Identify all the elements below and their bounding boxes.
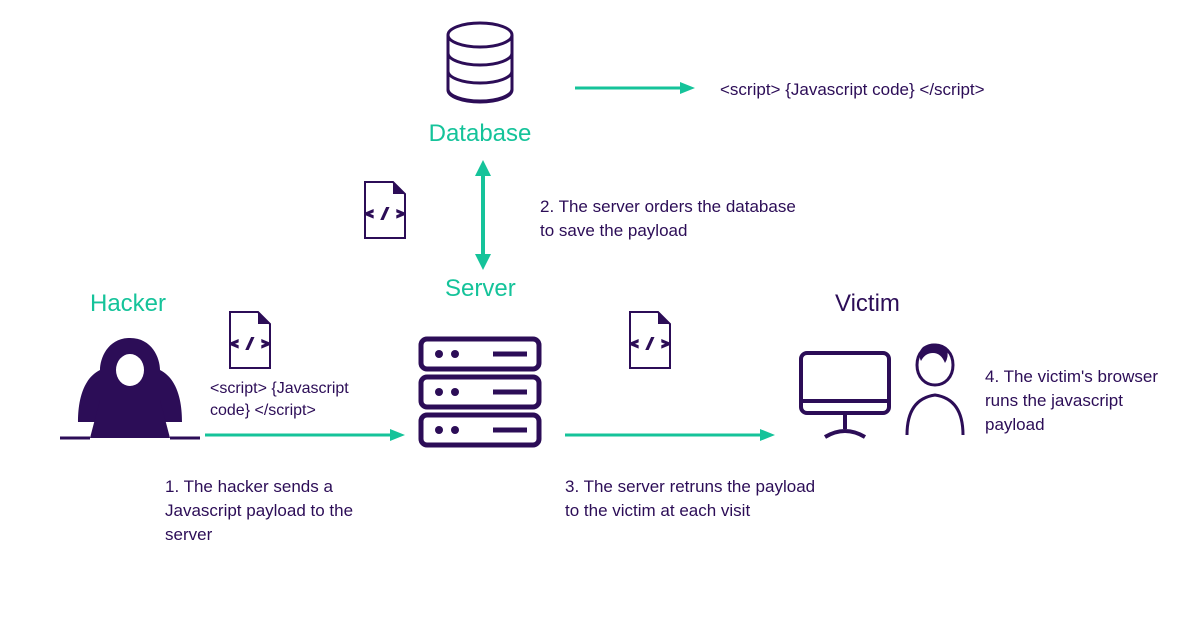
- victim-label: Victim: [835, 290, 900, 318]
- arrow-hacker-to-server: [205, 425, 405, 445]
- db-payload-snippet: <script> {Javascript code} </script>: [720, 78, 985, 102]
- code-file-icon-left: < / >: [225, 310, 275, 370]
- arrow-db-to-script: [575, 78, 695, 98]
- code-file-icon-top: < / >: [360, 180, 410, 240]
- step1-text: 1. The hacker sends a Javascript payload…: [165, 475, 385, 546]
- server-icon: [415, 335, 545, 450]
- svg-text:< / >: < / >: [630, 337, 669, 352]
- victim-person-icon: [895, 335, 975, 445]
- code-file-icon-right: < / >: [625, 310, 675, 370]
- database-label: Database: [420, 120, 540, 148]
- step4-text: 4. The victim's browser runs the javascr…: [985, 365, 1175, 436]
- svg-text:< / >: < / >: [230, 337, 269, 352]
- step3-text: 3. The server retruns the payload to the…: [565, 475, 825, 523]
- hacker-icon: [60, 330, 200, 450]
- database-icon: [430, 20, 530, 120]
- hacker-label: Hacker: [90, 290, 166, 318]
- hacker-payload-snippet: <script> {Javascript code} </script>: [210, 378, 390, 423]
- monitor-icon: [795, 345, 895, 445]
- server-label: Server: [445, 275, 516, 303]
- arrow-server-db: [471, 160, 495, 270]
- arrow-server-to-victim: [565, 425, 775, 445]
- step2-text: 2. The server orders the database to sav…: [540, 195, 800, 243]
- svg-text:< / >: < / >: [365, 207, 404, 222]
